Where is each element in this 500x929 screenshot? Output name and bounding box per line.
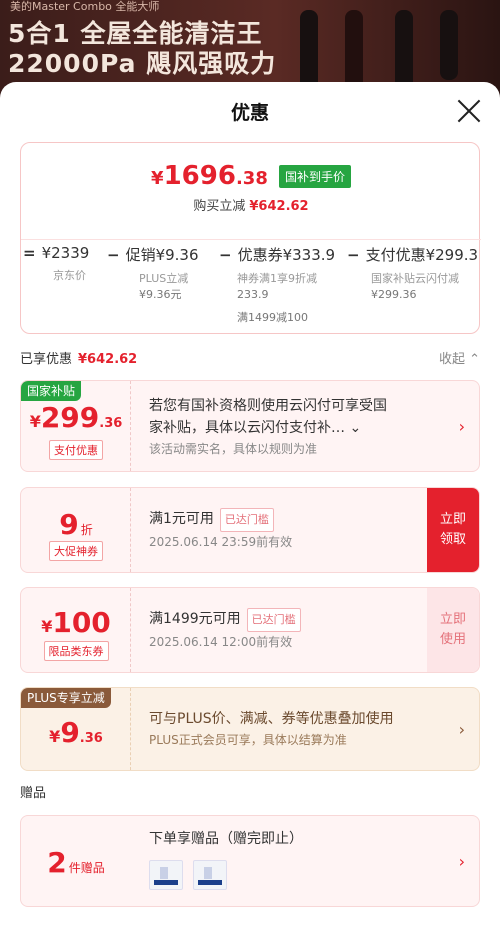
plus-discount-card[interactable]: ¥9.36 PLUS专享立减 可与PLUS价、满减、券等优惠叠加使用 PLUS正… <box>20 687 480 771</box>
coupon-type-tag: 限品类东券 <box>43 641 109 661</box>
threshold-chip: 已达门槛 <box>219 508 274 532</box>
coupon-condition: 满1499元可用 <box>149 611 241 627</box>
breakdown-item: − 支付优惠¥299.3 国家补贴云闪付减 ¥299.36 <box>347 246 479 301</box>
sheet-title: 优惠 <box>230 102 269 124</box>
coupon-type-tag: 大促神券 <box>49 541 103 561</box>
enjoyed-discount-row: 已享优惠 ¥642.62 收起 ⌃ <box>20 348 480 367</box>
plus-note: PLUS正式会员可享，具体以结算为准 <box>149 733 347 747</box>
final-price: ¥1696.38 <box>151 161 268 191</box>
chevron-right-icon[interactable]: › <box>459 417 465 436</box>
subsidy-card[interactable]: ¥299.36 支付优惠 国家补贴 若您有国补资格则使用云闪付可享受国 家补贴，… <box>20 380 480 472</box>
price-type-badge: 国补到手价 <box>278 164 351 188</box>
use-coupon-button[interactable]: 立即 使用 <box>427 588 479 672</box>
instant-discount-row: 购买立减 ¥642.62 <box>21 195 481 214</box>
subsidy-desc-2[interactable]: 家补贴，具体以云闪付支付补… ⌄ <box>149 417 419 439</box>
instant-discount-amount: ¥642.62 <box>249 199 309 214</box>
gift-product-image <box>193 860 227 890</box>
coupon-condition: 满1元可用 <box>149 511 214 527</box>
breakdown-detail: 233.9 <box>237 288 269 301</box>
enjoyed-label: 已享优惠 <box>20 352 73 367</box>
chevron-right-icon[interactable]: › <box>459 720 465 739</box>
breakdown-item: = ¥2339 京东价 <box>23 244 90 282</box>
gift-card[interactable]: 2 件赠品 下单享赠品（赠完即止） › <box>20 815 480 907</box>
breakdown-label: PLUS立减 <box>139 272 189 285</box>
gift-title: 下单享赠品（赠完即止） <box>149 831 303 847</box>
coupon-validity: 2025.06.14 12:00前有效 <box>149 635 293 649</box>
breakdown-detail: ¥9.36元 <box>139 288 182 301</box>
product-image <box>440 10 458 80</box>
subsidy-amount: ¥299.36 <box>29 401 123 434</box>
close-icon[interactable] <box>456 98 482 124</box>
subsidy-type-tag: 支付优惠 <box>49 440 103 460</box>
chevron-right-icon[interactable]: › <box>459 852 465 871</box>
breakdown-label: 神券满1享9折减 <box>237 272 317 285</box>
coupon-discount-rate: 9折 <box>59 508 93 541</box>
gift-product-image <box>149 860 183 890</box>
breakdown-value: 优惠券¥333.9 <box>237 246 336 264</box>
instant-discount-label: 购买立减 <box>193 199 246 214</box>
gift-count: 2 件赠品 <box>47 846 105 879</box>
final-price-row: ¥1696.38 国补到手价 <box>21 161 481 191</box>
price-breakdown: = ¥2339 京东价 − 促销¥9.36 PLUS立减 ¥9.36元 − 优惠券¥3… <box>21 239 481 329</box>
coupon-amount: ¥100 <box>41 606 111 639</box>
breakdown-item: − 促销¥9.36 PLUS立减 ¥9.36元 <box>107 246 199 301</box>
plus-amount: ¥9.36 <box>49 716 103 749</box>
product-image <box>395 10 413 90</box>
breakdown-label: 国家补贴云闪付减 <box>371 272 459 285</box>
claim-coupon-button[interactable]: 立即 领取 <box>427 488 479 572</box>
breakdown-value: 促销¥9.36 <box>125 246 199 264</box>
price-summary-card: ¥1696.38 国补到手价 购买立减 ¥642.62 = ¥2339 京东价 − 促… <box>20 142 481 334</box>
plus-desc: 可与PLUS价、满减、券等优惠叠加使用 <box>149 711 394 727</box>
national-subsidy-badge: 国家补贴 <box>21 381 82 401</box>
plus-badge: PLUS专享立减 <box>21 688 111 708</box>
gift-section-label: 赠品 <box>20 786 47 801</box>
category-coupon-card: ¥100 限品类东券 满1499元可用 已达门槛 2025.06.14 12:00… <box>20 587 480 673</box>
banner-subtitle: 美的Master Combo 全能大师 <box>10 0 160 13</box>
breakdown-value: ¥2339 <box>41 244 90 262</box>
discount-coupon-card: 9折 大促神券 满1元可用 已达门槛 2025.06.14 23:59前有效 立即… <box>20 487 480 573</box>
discount-sheet: 优惠 ¥1696.38 国补到手价 购买立减 ¥642.62 = ¥2339 京东价… <box>0 82 500 929</box>
banner-headline-2: 22000Pa 飓风强吸力 <box>8 49 277 78</box>
breakdown-detail: 满1499减100 <box>237 311 308 324</box>
coupon-validity: 2025.06.14 23:59前有效 <box>149 535 293 549</box>
breakdown-value: 支付优惠¥299.3 <box>365 246 479 264</box>
breakdown-label: 京东价 <box>53 269 86 282</box>
breakdown-detail: ¥299.36 <box>371 288 417 301</box>
breakdown-item: − 优惠券¥333.9 神券满1享9折减 233.9 满1499减100 <box>219 246 336 324</box>
collapse-toggle[interactable]: 收起 ⌃ <box>439 348 480 367</box>
subsidy-desc-1: 若您有国补资格则使用云闪付可享受国 <box>149 398 387 414</box>
enjoyed-amount: ¥642.62 <box>78 352 138 367</box>
product-image <box>300 10 318 90</box>
subsidy-note: 该活动需实名，具体以规则为准 <box>149 442 318 456</box>
threshold-chip: 已达门槛 <box>246 608 301 632</box>
